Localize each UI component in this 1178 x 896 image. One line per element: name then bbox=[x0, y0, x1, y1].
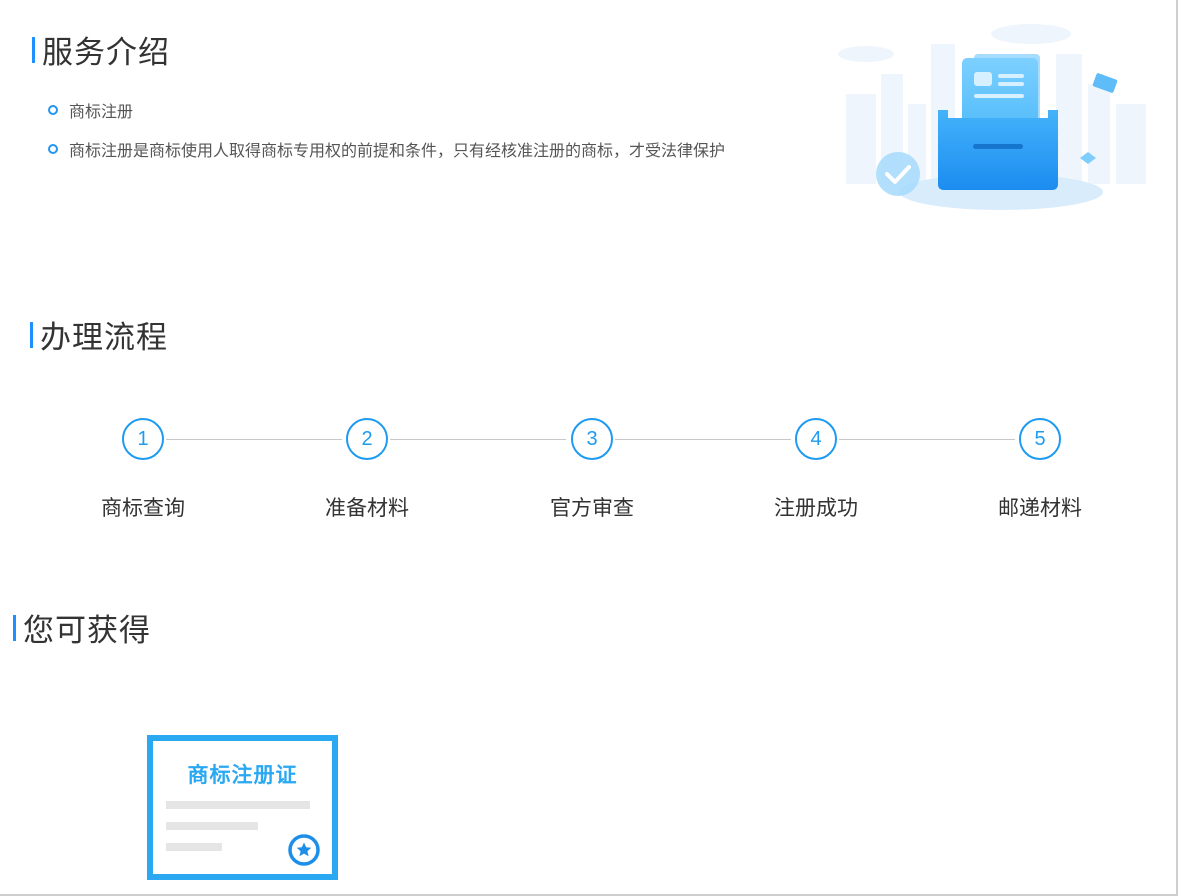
step-label: 邮递材料 bbox=[998, 497, 1082, 520]
step-label: 准备材料 bbox=[325, 497, 409, 520]
certificate-text-line bbox=[166, 843, 222, 851]
trademark-certificate-card: 商标注册证 bbox=[147, 735, 338, 880]
certificate-text-line bbox=[166, 822, 258, 830]
intro-list: 商标注册 商标注册是商标使用人取得商标专用权的前提和条件，只有经核准注册的商标，… bbox=[48, 96, 725, 174]
list-item: 商标注册是商标使用人取得商标专用权的前提和条件，只有经核准注册的商标，才受法律保… bbox=[48, 135, 725, 163]
process-step-1: 1 商标查询 bbox=[63, 410, 223, 522]
list-item: 商标注册 bbox=[48, 96, 725, 124]
title-accent-bar bbox=[30, 321, 33, 348]
title-accent-bar bbox=[32, 36, 35, 63]
intro-item-text: 商标注册是商标使用人取得商标专用权的前提和条件，只有经核准注册的商标，才受法律保… bbox=[69, 143, 726, 160]
process-step-4: 4 注册成功 bbox=[736, 410, 896, 522]
section-title-text: 您可获得 bbox=[23, 613, 151, 648]
certificate-title: 商标注册证 bbox=[187, 764, 298, 787]
section-title-text: 服务介绍 bbox=[42, 35, 170, 70]
step-number-badge: 5 bbox=[1019, 418, 1061, 460]
step-label: 官方审查 bbox=[550, 497, 634, 520]
process-step-5: 5 邮递材料 bbox=[960, 410, 1120, 522]
step-number-badge: 2 bbox=[346, 418, 388, 460]
section-title-process: 办理流程 bbox=[30, 312, 168, 357]
step-label: 注册成功 bbox=[774, 497, 858, 520]
step-label: 商标查询 bbox=[101, 497, 185, 520]
document-folder-illustration bbox=[826, 14, 1156, 219]
intro-item-text: 商标注册 bbox=[69, 104, 134, 121]
section-title-text: 办理流程 bbox=[40, 320, 168, 355]
certificate-text-line bbox=[166, 801, 310, 809]
process-step-3: 3 官方审查 bbox=[512, 410, 672, 522]
bullet-dot-icon bbox=[48, 105, 58, 115]
check-circle-icon bbox=[876, 152, 920, 196]
step-number-badge: 3 bbox=[571, 418, 613, 460]
title-accent-bar bbox=[13, 614, 16, 641]
step-number-badge: 4 bbox=[795, 418, 837, 460]
step-number-badge: 1 bbox=[122, 418, 164, 460]
bullet-dot-icon bbox=[48, 144, 58, 154]
star-badge-icon bbox=[288, 834, 320, 866]
process-steps: 1 商标查询 2 准备材料 3 官方审查 4 注册成功 5 邮递材料 bbox=[0, 410, 1178, 530]
section-title-service-intro: 服务介绍 bbox=[32, 27, 170, 72]
folder-illustration-svg bbox=[838, 24, 1146, 210]
section-title-benefits: 您可获得 bbox=[13, 605, 151, 650]
process-step-2: 2 准备材料 bbox=[287, 410, 447, 522]
